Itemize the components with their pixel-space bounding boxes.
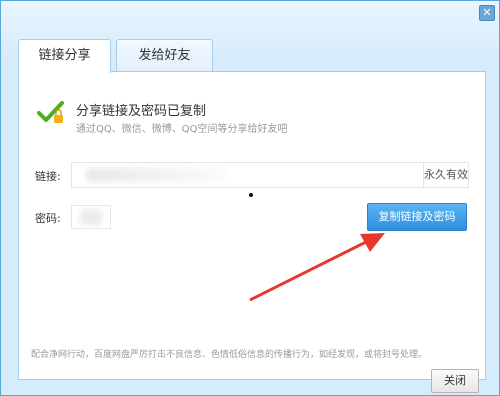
- code-label: 密码:: [35, 212, 61, 225]
- share-panel: 分享链接及密码已复制 通过QQ、微信、微博、QQ空间等分享给好友吧 链接: 永久…: [18, 71, 486, 380]
- validity-selector[interactable]: 永久有效: [423, 163, 468, 187]
- close-icon[interactable]: ✕: [479, 5, 495, 21]
- link-field[interactable]: 永久有效: [71, 162, 469, 188]
- close-button[interactable]: 关闭: [431, 369, 479, 393]
- link-value-redacted: [86, 168, 226, 182]
- tab-link-share[interactable]: 链接分享: [18, 39, 111, 73]
- check-icon: [37, 101, 64, 123]
- code-field[interactable]: [71, 205, 111, 229]
- success-subtitle: 通过QQ、微信、微博、QQ空间等分享给好友吧: [76, 124, 288, 135]
- link-label: 链接:: [35, 170, 61, 183]
- share-dialog: ✕ 链接分享 发给好友 分享链接及密码已复制 通过QQ、微信、微博、QQ空间等分…: [0, 0, 500, 396]
- copy-link-and-code-button[interactable]: 复制链接及密码: [367, 203, 467, 231]
- lock-icon: [54, 115, 63, 123]
- tab-send-to-friend[interactable]: 发给好友: [116, 39, 213, 72]
- notice-text: 配合净网行动，百度网盘严厉打击不良信息、色情低俗信息的传播行为，如经发现，或将封…: [31, 350, 428, 360]
- success-title: 分享链接及密码已复制: [76, 104, 207, 119]
- cursor-dot: [249, 193, 253, 197]
- code-value-redacted: [80, 209, 102, 225]
